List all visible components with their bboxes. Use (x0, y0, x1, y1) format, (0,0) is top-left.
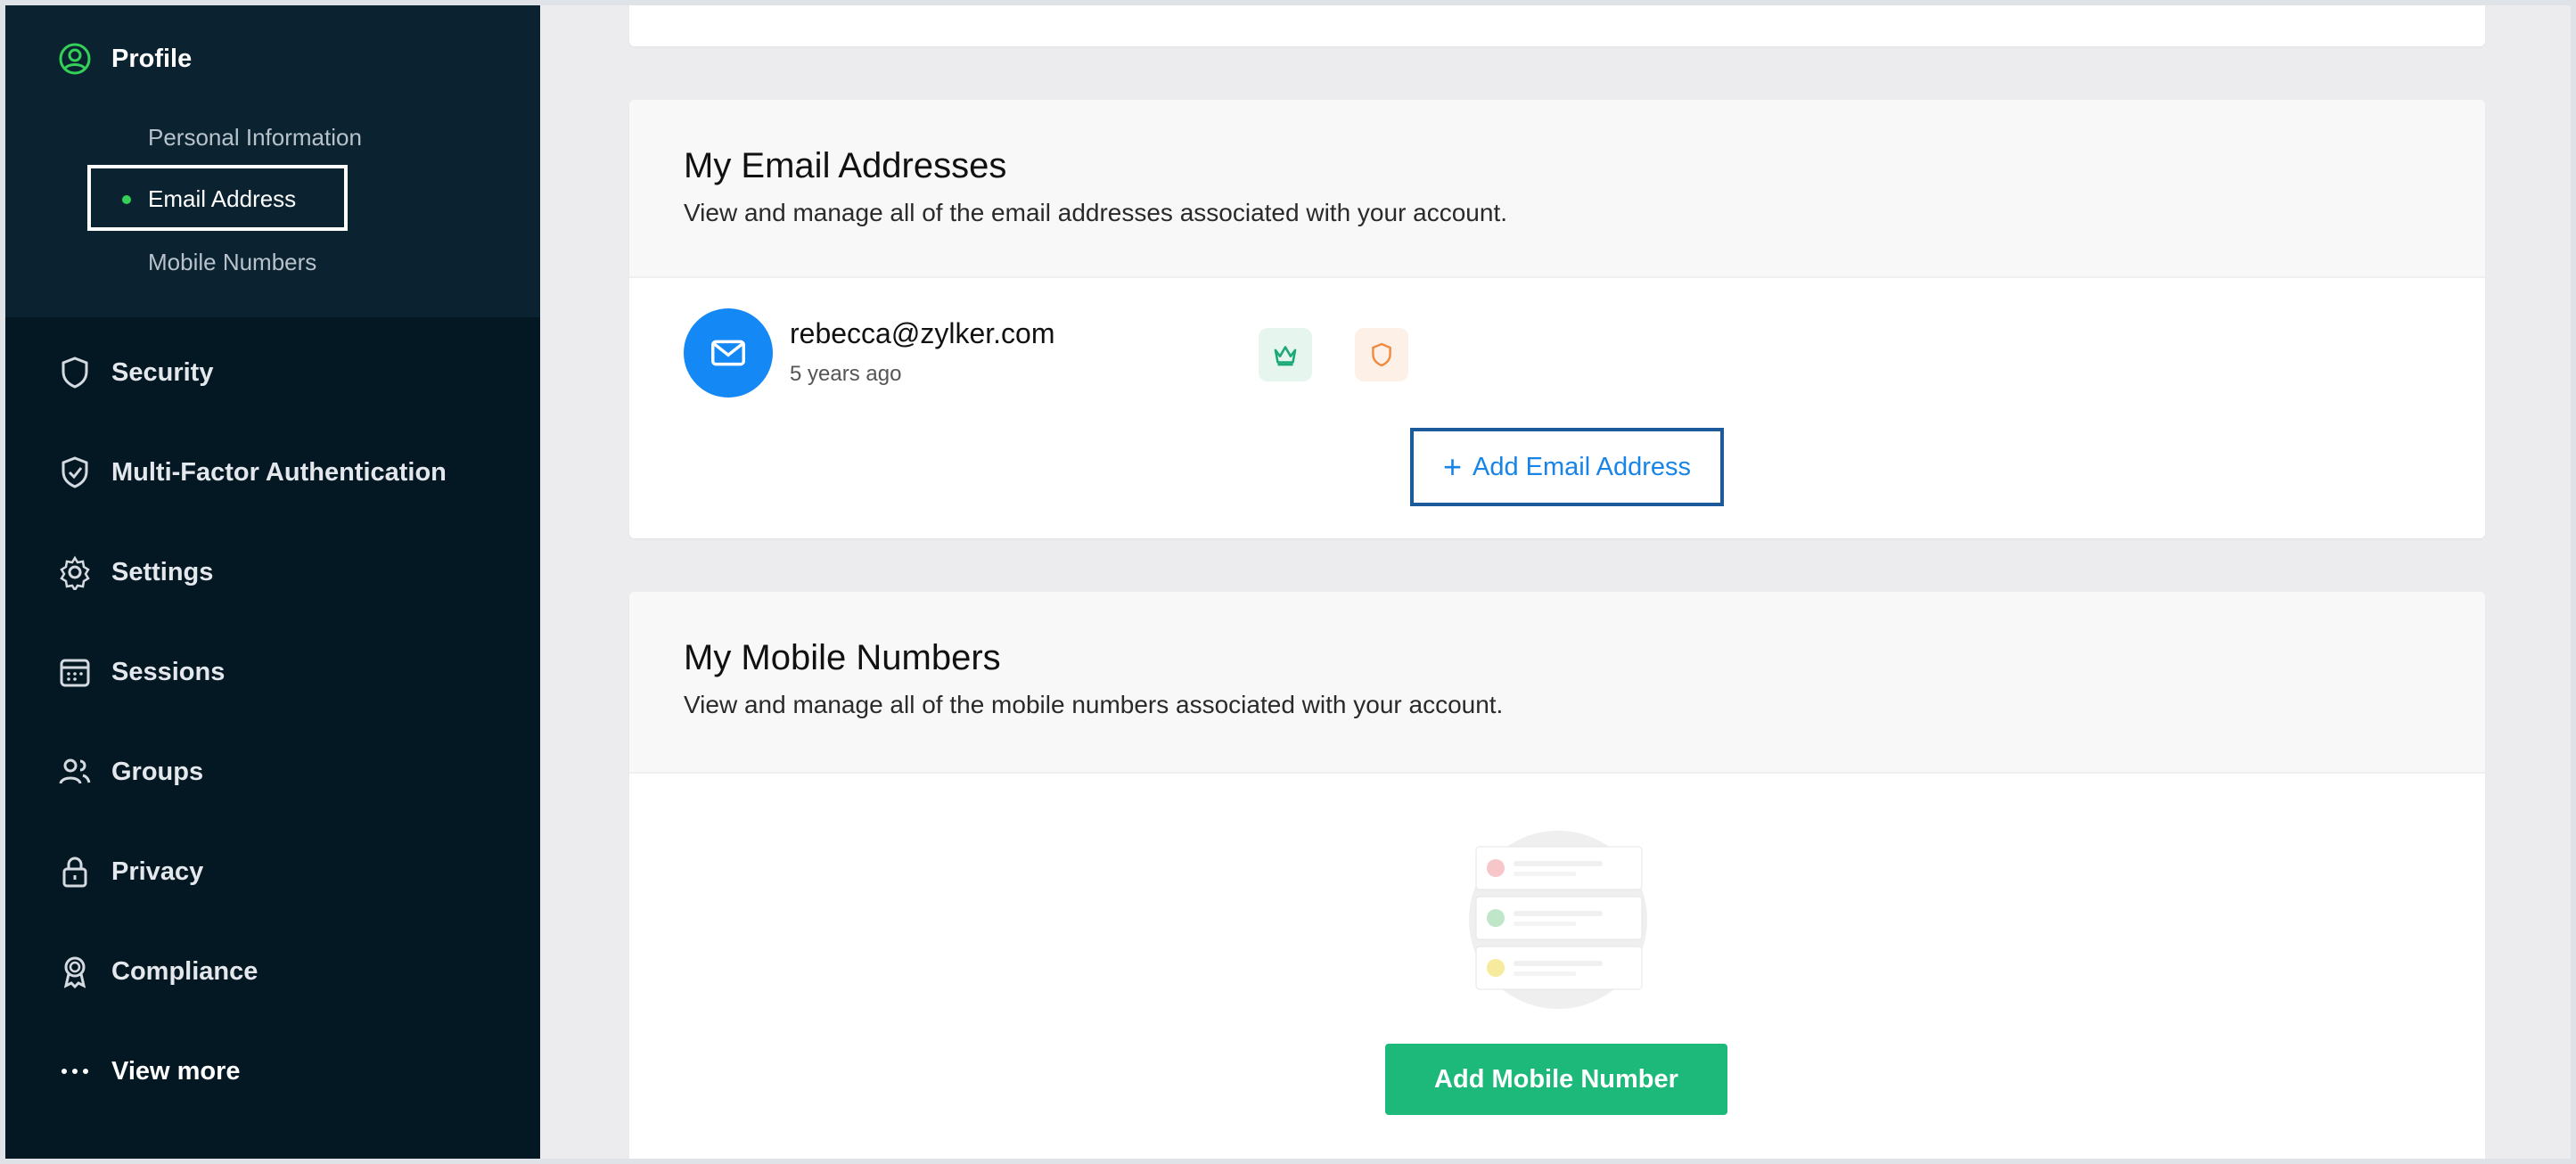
sidebar-item-settings[interactable]: Settings (55, 553, 213, 592)
crown-icon (1274, 346, 1297, 366)
email-avatar (684, 308, 773, 398)
mobile-card-header: My Mobile Numbers View and manage all of… (629, 592, 2485, 774)
gear-icon (55, 553, 94, 592)
sidebar-item-groups[interactable]: Groups (55, 752, 203, 791)
sidebar-item-label: Profile (111, 44, 193, 73)
sidebar-item-sessions[interactable]: Sessions (55, 652, 225, 692)
previous-section-card (629, 5, 2485, 46)
user-circle-icon (55, 39, 94, 78)
plus-icon: + (1442, 448, 1462, 485)
primary-email-badge[interactable] (1259, 328, 1312, 381)
more-dots-icon (55, 1052, 94, 1091)
sidebar-item-profile[interactable]: Profile (55, 39, 192, 78)
award-icon (55, 952, 94, 991)
users-icon (55, 752, 94, 791)
verified-email-badge[interactable] (1355, 328, 1408, 381)
sidebar: Profile Personal Information Email Addre… (5, 5, 540, 1159)
sidebar-item-privacy[interactable]: Privacy (55, 852, 203, 891)
add-email-address-button[interactable]: + Add Email Address (1410, 428, 1724, 506)
lock-icon (55, 852, 94, 891)
empty-state-illustration (1467, 829, 1649, 1011)
sidebar-item-label: Settings (111, 557, 214, 586)
sidebar-item-label: Privacy (111, 857, 204, 886)
mobile-section-title: My Mobile Numbers (684, 638, 1001, 677)
sidebar-subitem-personal-information[interactable]: Personal Information (148, 124, 362, 152)
sidebar-item-label: Sessions (111, 657, 226, 686)
shield-icon (55, 353, 94, 392)
calendar-icon (55, 652, 94, 692)
sidebar-item-compliance[interactable]: Compliance (55, 952, 258, 991)
email-card-header: My Email Addresses View and manage all o… (629, 100, 2485, 278)
sidebar-item-label: Groups (111, 757, 204, 786)
shield-check-icon (55, 453, 94, 492)
app-frame: Profile Personal Information Email Addre… (5, 5, 2571, 1159)
sidebar-subitem-mobile-numbers[interactable]: Mobile Numbers (148, 249, 316, 276)
active-indicator-dot (122, 195, 131, 204)
sidebar-item-label: View more (111, 1056, 241, 1086)
sidebar-item-mfa[interactable]: Multi-Factor Authentication (55, 453, 447, 492)
sidebar-item-security[interactable]: Security (55, 353, 213, 392)
email-section-title: My Email Addresses (684, 146, 1007, 185)
sidebar-item-label: Compliance (111, 956, 258, 986)
email-section-description: View and manage all of the email address… (684, 199, 1508, 226)
mail-icon (711, 340, 745, 366)
add-email-address-label: Add Email Address (1473, 452, 1692, 481)
sidebar-item-view-more[interactable]: View more (55, 1052, 241, 1091)
sidebar-item-label: Multi-Factor Authentication (111, 457, 447, 487)
shield-icon (1372, 342, 1391, 367)
sidebar-subitem-email-address[interactable]: Email Address (148, 185, 296, 213)
sidebar-item-label: Security (111, 357, 214, 387)
mobile-numbers-card: My Mobile Numbers View and manage all of… (629, 592, 2485, 1159)
add-mobile-number-button[interactable]: Add Mobile Number (1385, 1044, 1727, 1115)
mobile-section-description: View and manage all of the mobile number… (684, 691, 1504, 718)
